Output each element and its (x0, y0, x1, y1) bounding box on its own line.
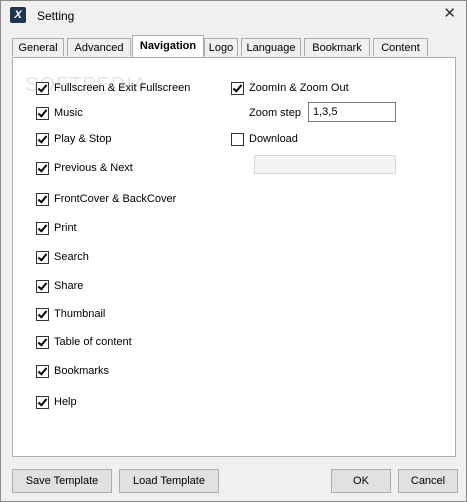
option-label: Table of content (54, 336, 132, 348)
option-label: ZoomIn & Zoom Out (249, 82, 349, 94)
option-zoom[interactable]: ZoomIn & Zoom Out (231, 80, 349, 96)
option-previous-next[interactable]: Previous & Next (36, 160, 133, 176)
checkbox[interactable] (231, 132, 244, 146)
tab-bookmark[interactable]: Bookmark (304, 38, 370, 56)
checkbox[interactable] (36, 279, 49, 293)
option-download[interactable]: Download (231, 131, 298, 147)
tab-strip: General Advanced Navigation Logo Languag… (12, 35, 456, 57)
tab-general[interactable]: General (12, 38, 64, 56)
option-share[interactable]: Share (36, 278, 83, 294)
save-template-button[interactable]: Save Template (12, 469, 112, 493)
checkbox[interactable] (36, 364, 49, 378)
option-play-stop[interactable]: Play & Stop (36, 131, 111, 147)
ok-button[interactable]: OK (331, 469, 391, 493)
option-label: Search (54, 251, 89, 263)
option-label: FrontCover & BackCover (54, 193, 177, 205)
option-print[interactable]: Print (36, 220, 77, 236)
app-icon: X (10, 7, 26, 23)
checkbox[interactable] (36, 161, 49, 175)
option-label: Share (54, 280, 84, 292)
option-thumbnail[interactable]: Thumbnail (36, 306, 105, 322)
window-title: Setting (37, 9, 75, 23)
option-label: Music (54, 107, 83, 119)
cancel-button[interactable]: Cancel (398, 469, 458, 493)
option-search[interactable]: Search (36, 249, 89, 265)
checkbox[interactable] (231, 81, 244, 95)
tab-content[interactable]: Content (373, 38, 428, 56)
option-fullscreen[interactable]: Fullscreen & Exit Fullscreen (36, 80, 190, 96)
checkbox[interactable] (36, 307, 49, 321)
checkbox[interactable] (36, 395, 49, 409)
title-bar: X Setting ✕ (1, 1, 466, 29)
option-label: Thumbnail (54, 308, 106, 320)
option-bookmarks[interactable]: Bookmarks (36, 363, 109, 379)
option-front-back-cover[interactable]: FrontCover & BackCover (36, 191, 176, 207)
option-help[interactable]: Help (36, 394, 77, 410)
checkbox[interactable] (36, 192, 49, 206)
settings-window: X Setting ✕ General Advanced Navigation … (0, 0, 467, 502)
option-label: Fullscreen & Exit Fullscreen (54, 82, 191, 94)
tab-language[interactable]: Language (241, 38, 301, 56)
tab-advanced[interactable]: Advanced (67, 38, 131, 56)
option-label: Previous & Next (54, 162, 133, 174)
option-music[interactable]: Music (36, 105, 83, 121)
close-icon[interactable]: ✕ (443, 6, 456, 21)
checkbox[interactable] (36, 221, 49, 235)
zoom-step-input[interactable] (308, 102, 396, 122)
checkbox[interactable] (36, 132, 49, 146)
load-template-button[interactable]: Load Template (119, 469, 219, 493)
option-table-of-content[interactable]: Table of content (36, 334, 132, 350)
checkbox[interactable] (36, 106, 49, 120)
option-label: Play & Stop (54, 133, 112, 145)
checkbox[interactable] (36, 250, 49, 264)
option-label: Download (249, 133, 298, 145)
option-label: Bookmarks (54, 365, 110, 377)
tab-logo[interactable]: Logo (204, 38, 238, 56)
download-path-input (254, 155, 396, 174)
navigation-panel: SOFTPEDIA Fullscreen & Exit Fullscreen M… (12, 57, 456, 457)
checkbox[interactable] (36, 335, 49, 349)
option-label: Print (54, 222, 77, 234)
option-label: Help (54, 396, 77, 408)
checkbox[interactable] (36, 81, 49, 95)
tab-navigation[interactable]: Navigation (132, 35, 204, 57)
zoom-step-label: Zoom step (249, 107, 301, 119)
